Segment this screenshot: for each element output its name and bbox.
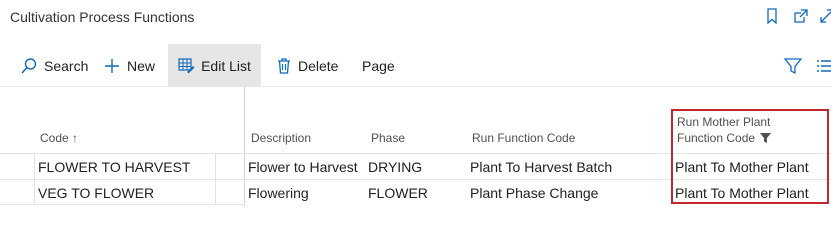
cell-run-function-code[interactable]: Plant To Harvest Batch bbox=[470, 159, 612, 175]
cell-divider bbox=[215, 154, 216, 205]
edit-list-button[interactable]: Edit List bbox=[168, 44, 261, 87]
trash-icon bbox=[278, 57, 290, 74]
toolbar-divider bbox=[0, 86, 831, 87]
filter-icon[interactable] bbox=[784, 57, 802, 75]
search-icon bbox=[21, 57, 37, 74]
row-divider bbox=[0, 204, 245, 205]
plus-icon bbox=[105, 58, 119, 73]
cell-description[interactable]: Flower to Harvest bbox=[248, 159, 358, 175]
search-button[interactable]: Search bbox=[20, 44, 88, 87]
cell-phase[interactable]: DRYING bbox=[368, 159, 422, 175]
edit-list-label: Edit List bbox=[201, 57, 251, 74]
column-header-run-function-code[interactable]: Run Function Code bbox=[472, 131, 575, 145]
new-button[interactable]: New bbox=[103, 44, 155, 87]
bookmark-icon[interactable] bbox=[765, 8, 779, 24]
action-bar: Search New Edit List Delete Page bbox=[0, 44, 831, 87]
edit-list-icon bbox=[178, 58, 195, 74]
list-view-icon[interactable] bbox=[817, 59, 831, 73]
row-selector-divider bbox=[34, 154, 35, 205]
cell-run-function-code[interactable]: Plant Phase Change bbox=[470, 185, 598, 201]
highlight-box bbox=[671, 109, 829, 204]
window-actions bbox=[741, 6, 831, 26]
search-label: Search bbox=[44, 57, 89, 74]
collapse-icon[interactable] bbox=[819, 8, 831, 24]
cell-phase[interactable]: FLOWER bbox=[368, 185, 428, 201]
column-header-phase[interactable]: Phase bbox=[371, 131, 405, 145]
cell-description[interactable]: Flowering bbox=[248, 185, 309, 201]
frozen-column-divider bbox=[244, 86, 245, 207]
cell-code[interactable]: VEG TO FLOWER bbox=[38, 185, 154, 201]
open-new-window-icon[interactable] bbox=[793, 8, 809, 24]
delete-label: Delete bbox=[298, 57, 339, 74]
cell-code[interactable]: FLOWER TO HARVEST bbox=[38, 159, 190, 175]
column-header-description[interactable]: Description bbox=[251, 131, 311, 145]
column-header-code[interactable]: Code ↑ bbox=[40, 131, 78, 145]
page-menu-label: Page bbox=[362, 57, 395, 74]
page-menu-button[interactable]: Page bbox=[362, 44, 395, 87]
delete-button[interactable]: Delete bbox=[276, 44, 338, 87]
new-label: New bbox=[127, 57, 156, 74]
page-title: Cultivation Process Functions bbox=[10, 9, 195, 25]
